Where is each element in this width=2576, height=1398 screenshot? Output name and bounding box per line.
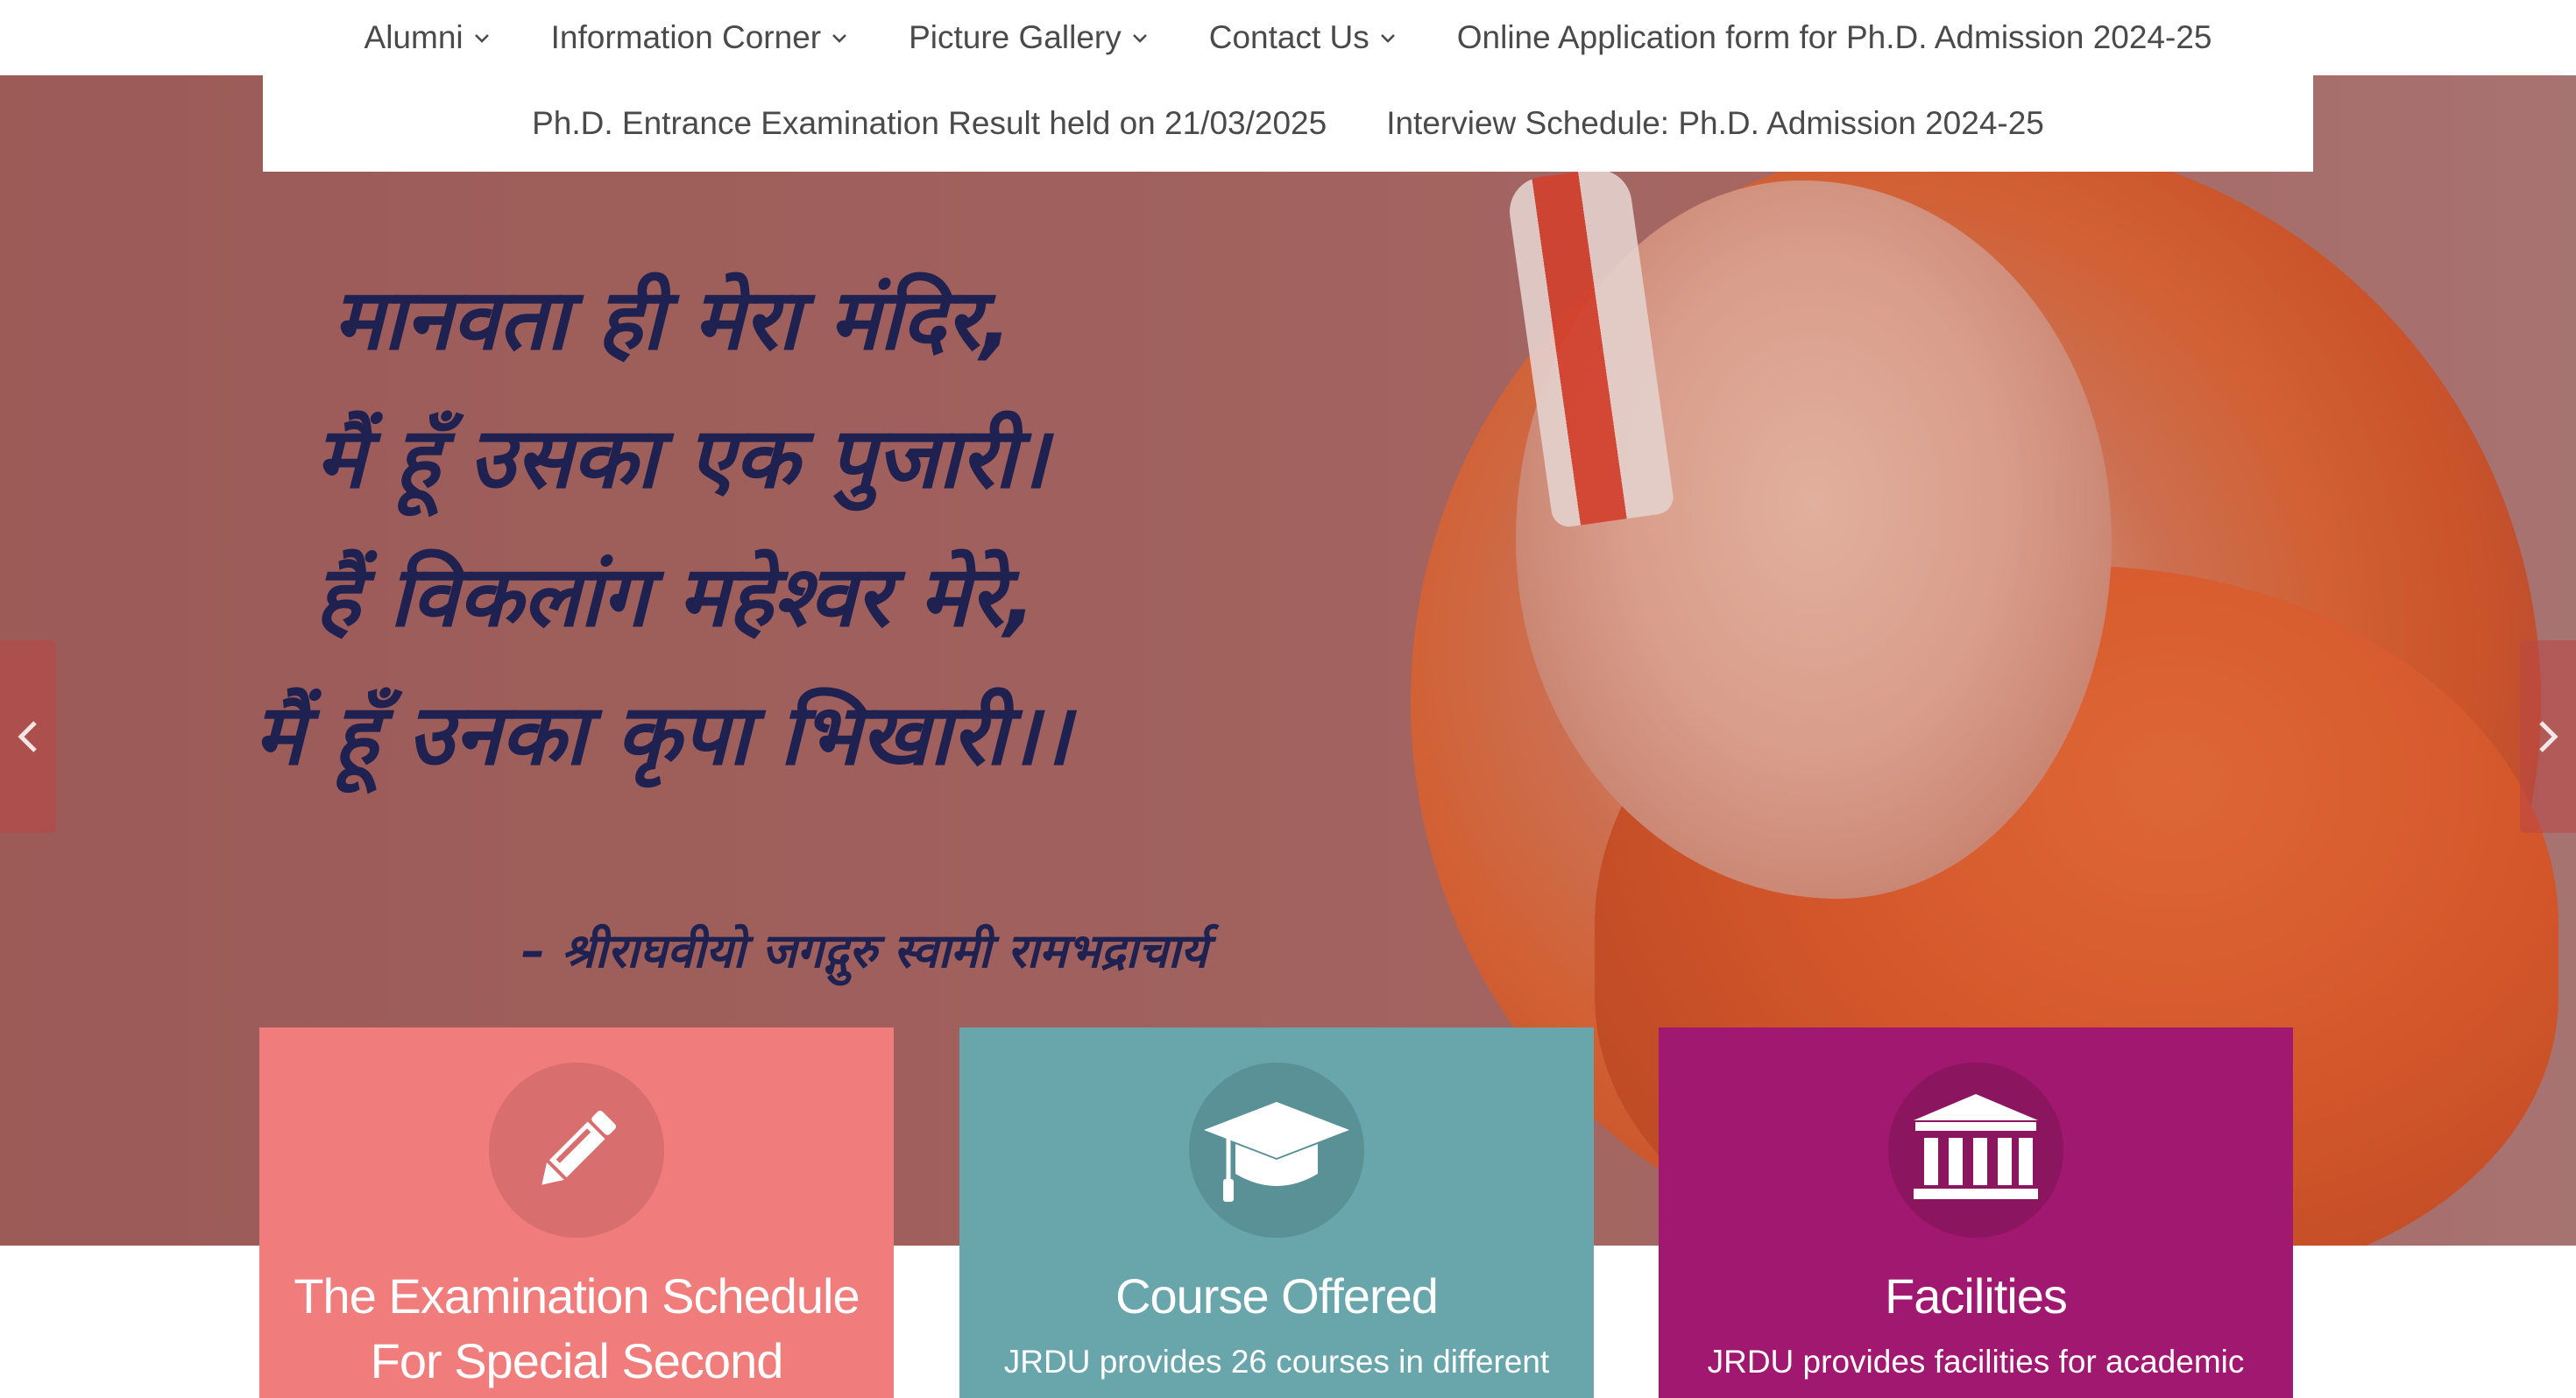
card-facilities[interactable]: Facilities JRDU provides facilities for … <box>1659 1027 2293 1398</box>
quote-attribution: – श्रीराघवीयो जगद्गुरु स्वामी रामभद्राचा… <box>521 923 1208 978</box>
chevron-right-icon <box>2539 721 2558 752</box>
nav-item-label: Picture Gallery <box>909 19 1122 55</box>
nav-item-phd-result[interactable]: Ph.D. Entrance Examination Result held o… <box>532 105 1327 142</box>
quote-line: हैं विकलांग महेश्वर मेरे, <box>315 547 1037 646</box>
nav-item-label: Interview Schedule: Ph.D. Admission 2024… <box>1386 105 2044 141</box>
main-nav-row-2: Ph.D. Entrance Examination Result held o… <box>263 75 2313 172</box>
chevron-down-icon <box>474 34 489 43</box>
institution-icon <box>1914 1094 2038 1199</box>
nav-item-label: Contact Us <box>1208 19 1369 55</box>
pencil-icon <box>541 1110 617 1185</box>
nav-item-label: Alumni <box>364 19 464 55</box>
nav-item-contact-us[interactable]: Contact Us <box>1209 19 1398 56</box>
card-title-line: Facilities <box>1885 1268 2068 1324</box>
card-icon-circle <box>1888 1063 2063 1238</box>
quote-line: मैं हूँ उनका कृपा भिखारी।। <box>254 686 1072 784</box>
card-icon-circle <box>1189 1063 1364 1238</box>
nav-item-alumni[interactable]: Alumni <box>364 19 492 56</box>
chevron-down-icon <box>1132 34 1147 43</box>
card-title: Facilities <box>1659 1264 2293 1329</box>
nav-item-interview-schedule[interactable]: Interview Schedule: Ph.D. Admission 2024… <box>1386 105 2044 142</box>
nav-item-picture-gallery[interactable]: Picture Gallery <box>909 19 1150 56</box>
chevron-down-icon <box>1380 34 1395 43</box>
nav-item-label: Information Corner <box>550 19 822 55</box>
card-course-offered[interactable]: Course Offered JRDU provides 26 courses … <box>959 1027 1594 1398</box>
card-title-line: The Examination Schedule <box>294 1268 860 1324</box>
nav-item-information-corner[interactable]: Information Corner <box>551 19 849 56</box>
quote-line: मानवता ही मेरा मंदिर, <box>333 271 1013 369</box>
chevron-down-icon <box>832 34 847 43</box>
nav-item-label: Ph.D. Entrance Examination Result held o… <box>532 105 1327 141</box>
hero-quote: मानवता ही मेरा मंदिर, मैं हूँ उसका एक पु… <box>245 251 1472 804</box>
card-title-line: Course Offered <box>1115 1268 1439 1324</box>
card-description: JRDU provides facilities for academic <box>1707 1344 2245 1380</box>
chevron-left-icon <box>18 721 37 752</box>
card-title: Course Offered <box>959 1264 1594 1329</box>
card-icon-circle <box>489 1063 664 1238</box>
graduation-cap-icon <box>1204 1102 1349 1202</box>
card-title: The Examination Schedule For Special Sec… <box>259 1264 894 1394</box>
slider-next-button[interactable] <box>2520 640 2576 833</box>
card-examination-schedule[interactable]: The Examination Schedule For Special Sec… <box>259 1027 894 1398</box>
main-nav-row-1: Alumni Information Corner Picture Galler… <box>0 0 2576 75</box>
nav-item-label: Online Application form for Ph.D. Admiss… <box>1456 19 2212 55</box>
quote-line: मैं हूँ उसका एक पुजारी। <box>315 409 1049 507</box>
nav-item-phd-application[interactable]: Online Application form for Ph.D. Admiss… <box>1457 19 2212 56</box>
slider-prev-button[interactable] <box>0 640 56 833</box>
card-title-line: For Special Second <box>370 1333 784 1388</box>
card-description: JRDU provides 26 courses in different <box>1003 1344 1550 1380</box>
